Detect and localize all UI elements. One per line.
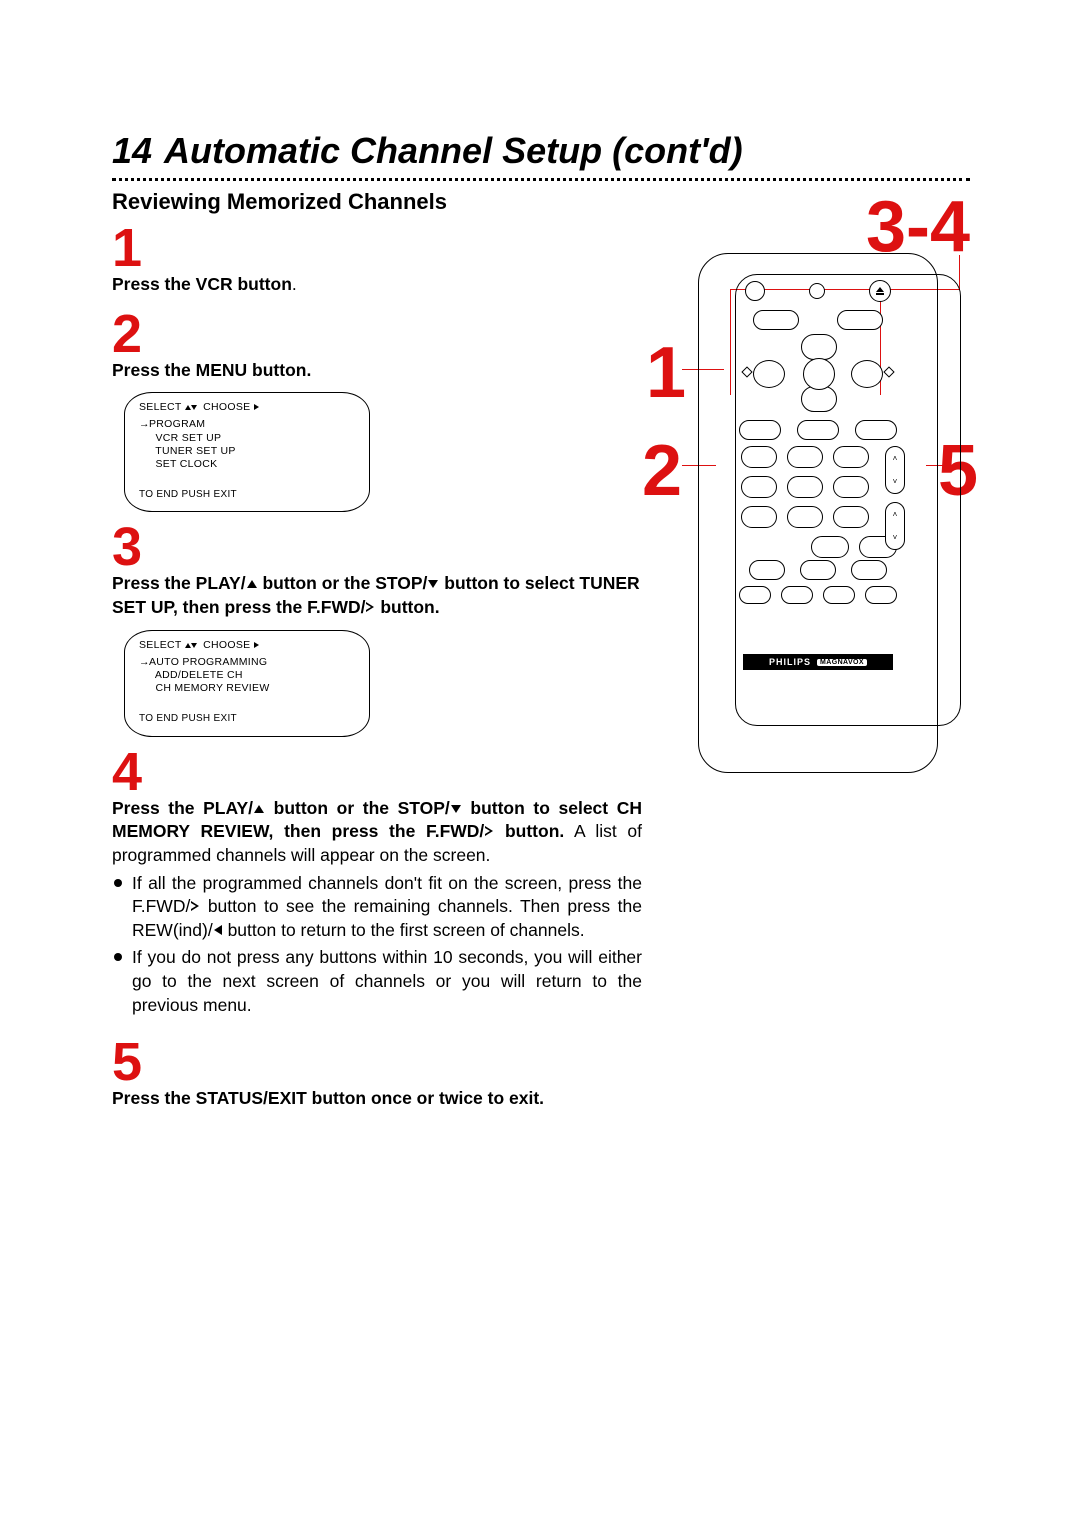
step-4-text: Press the PLAY/ button or the STOP/ butt… [112,797,642,868]
remote-digit-button [787,506,823,528]
down-arrow-icon [191,643,197,648]
remote-vcr-button [753,310,799,330]
step-2-text: Press the MENU button. [112,359,642,383]
down-triangle-icon [451,805,461,813]
remote-ok-button [803,358,835,390]
diamond-icon [741,366,752,377]
remote-menu-button [739,420,781,440]
eject-icon [876,287,884,295]
remote-rew-button [753,360,785,388]
step-4-bullets: If all the programmed channels don't fit… [112,872,642,1018]
osd-main-menu: SELECT CHOOSE →PROGRAM VCR SET UP TUNER … [124,392,370,512]
remote-digit-button [811,536,849,558]
page-number: 14 [112,130,152,172]
right-triangle-icon [191,901,199,911]
diamond-icon [883,366,894,377]
remote-volume-rocker: ˄˅ [885,502,905,550]
step-number-1: 1 [112,221,642,275]
right-triangle-icon [366,602,374,612]
remote-ffwd-button [851,360,883,388]
section-subheading: Reviewing Memorized Channels [112,189,970,215]
step-1-text: Press the VCR button. [112,273,642,297]
remote-digit-button [741,476,777,498]
remote-eject-button [869,280,891,302]
manual-page: 14 Automatic Channel Setup (cont'd) Revi… [0,0,1080,1528]
right-arrow-icon [254,642,259,648]
remote-button [749,560,785,580]
remote-status-exit-button [855,420,897,440]
remote-control-diagram: ˄˅ ˄˅ PH [698,253,938,773]
remote-button [739,586,771,604]
step-number-2: 2 [112,307,642,361]
remote-power-button [745,281,765,301]
page-header: 14 Automatic Channel Setup (cont'd) [112,130,970,172]
remote-digit-button [833,476,869,498]
bullet-item: If all the programmed channels don't fit… [112,872,642,943]
remote-button [865,586,897,604]
remote-digit-button [833,506,869,528]
remote-tv-button [837,310,883,330]
page-title: Automatic Channel Setup (cont'd) [164,130,743,172]
remote-digit-button [741,446,777,468]
up-triangle-icon [254,805,264,813]
brand-philips: PHILIPS [769,657,811,667]
divider-dotted [112,178,970,181]
step-number-5: 5 [112,1035,642,1089]
remote-button [851,560,887,580]
remote-button [781,586,813,604]
remote-brand-bar: PHILIPS MAGNAVOX [743,654,893,670]
step-5-text: Press the STATUS/EXIT button once or twi… [112,1087,642,1111]
remote-play-up-button [801,334,837,360]
step-3-text: Press the PLAY/ button or the STOP/ butt… [112,572,642,619]
remote-button [797,420,839,440]
step-number-3: 3 [112,520,642,574]
remote-button [823,586,855,604]
down-triangle-icon [428,580,438,588]
bullet-item: If you do not press any buttons within 1… [112,946,642,1017]
step-number-4: 4 [112,745,642,799]
remote-indicator [809,283,825,299]
remote-button [800,560,836,580]
remote-nav-cluster [743,334,893,412]
diagram-column: 3-4 1 2 5 [660,219,970,1111]
remote-digit-button [833,446,869,468]
brand-magnavox: MAGNAVOX [817,659,867,666]
remote-digit-button [787,476,823,498]
right-triangle-icon [485,826,493,836]
steps-column: 1 Press the VCR button. 2 Press the MENU… [112,219,642,1111]
osd-tuner-menu: SELECT CHOOSE →AUTO PROGRAMMING ADD/DELE… [124,630,370,737]
down-arrow-icon [191,405,197,410]
up-triangle-icon [247,580,257,588]
remote-keypad [741,446,897,558]
remote-channel-rocker: ˄˅ [885,446,905,494]
left-triangle-icon [214,925,222,935]
remote-digit-button [787,446,823,468]
remote-digit-button [741,506,777,528]
right-arrow-icon [254,404,259,410]
